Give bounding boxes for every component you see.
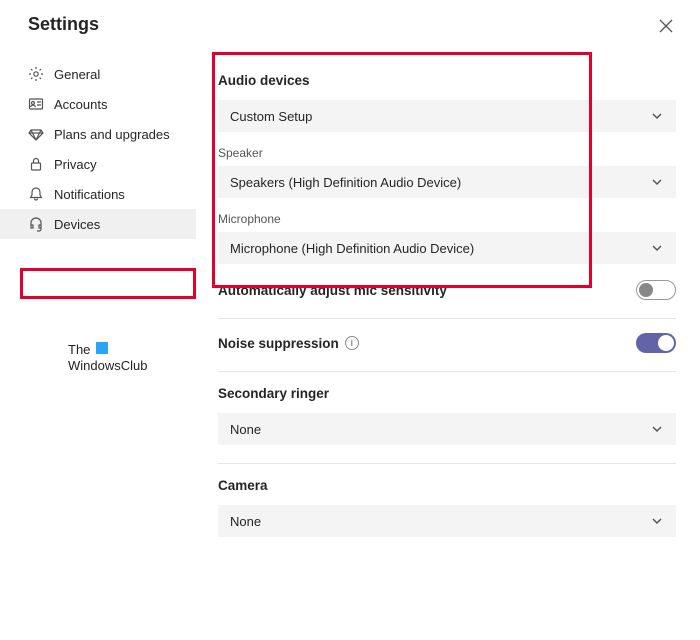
sidebar-item-devices[interactable]: Devices xyxy=(0,209,196,239)
sidebar: General Accounts Plans and upgrades Priv… xyxy=(0,59,196,537)
watermark-line2: WindowsClub xyxy=(68,358,147,373)
chevron-down-icon xyxy=(650,175,664,189)
info-icon[interactable]: i xyxy=(345,336,359,350)
watermark: The WindowsClub xyxy=(68,342,147,375)
audio-profile-dropdown[interactable]: Custom Setup xyxy=(218,100,676,132)
watermark-logo-icon xyxy=(96,342,108,354)
camera-value: None xyxy=(230,514,261,529)
sidebar-item-label: Accounts xyxy=(54,97,107,112)
close-button[interactable] xyxy=(658,18,674,34)
headset-icon xyxy=(28,216,44,232)
diamond-icon xyxy=(28,126,44,142)
sidebar-item-label: Plans and upgrades xyxy=(54,127,170,142)
divider xyxy=(218,463,676,464)
chevron-down-icon xyxy=(650,422,664,436)
secondary-ringer-heading: Secondary ringer xyxy=(218,386,676,401)
sidebar-item-notifications[interactable]: Notifications xyxy=(0,179,196,209)
divider xyxy=(218,371,676,372)
microphone-label: Microphone xyxy=(218,212,676,226)
chevron-down-icon xyxy=(650,514,664,528)
secondary-ringer-value: None xyxy=(230,422,261,437)
speaker-value: Speakers (High Definition Audio Device) xyxy=(230,175,461,190)
sidebar-item-privacy[interactable]: Privacy xyxy=(0,149,196,179)
auto-mic-toggle[interactable] xyxy=(636,280,676,300)
noise-suppression-toggle[interactable] xyxy=(636,333,676,353)
noise-suppression-label: Noise suppression xyxy=(218,336,339,351)
auto-mic-label: Automatically adjust mic sensitivity xyxy=(218,283,447,298)
sidebar-item-label: Privacy xyxy=(54,157,97,172)
sidebar-item-label: General xyxy=(54,67,100,82)
audio-devices-heading: Audio devices xyxy=(218,73,676,88)
lock-icon xyxy=(28,156,44,172)
gear-icon xyxy=(28,66,44,82)
camera-dropdown[interactable]: None xyxy=(218,505,676,537)
microphone-dropdown[interactable]: Microphone (High Definition Audio Device… xyxy=(218,232,676,264)
camera-heading: Camera xyxy=(218,478,676,493)
speaker-dropdown[interactable]: Speakers (High Definition Audio Device) xyxy=(218,166,676,198)
sidebar-item-label: Notifications xyxy=(54,187,125,202)
secondary-ringer-dropdown[interactable]: None xyxy=(218,413,676,445)
sidebar-item-accounts[interactable]: Accounts xyxy=(0,89,196,119)
speaker-label: Speaker xyxy=(218,146,676,160)
id-card-icon xyxy=(28,96,44,112)
divider xyxy=(218,318,676,319)
page-title: Settings xyxy=(0,0,700,35)
bell-icon xyxy=(28,186,44,202)
microphone-value: Microphone (High Definition Audio Device… xyxy=(230,241,474,256)
watermark-line1: The xyxy=(68,342,90,357)
chevron-down-icon xyxy=(650,241,664,255)
chevron-down-icon xyxy=(650,109,664,123)
sidebar-item-general[interactable]: General xyxy=(0,59,196,89)
sidebar-item-plans[interactable]: Plans and upgrades xyxy=(0,119,196,149)
sidebar-item-label: Devices xyxy=(54,217,100,232)
audio-profile-value: Custom Setup xyxy=(230,109,312,124)
